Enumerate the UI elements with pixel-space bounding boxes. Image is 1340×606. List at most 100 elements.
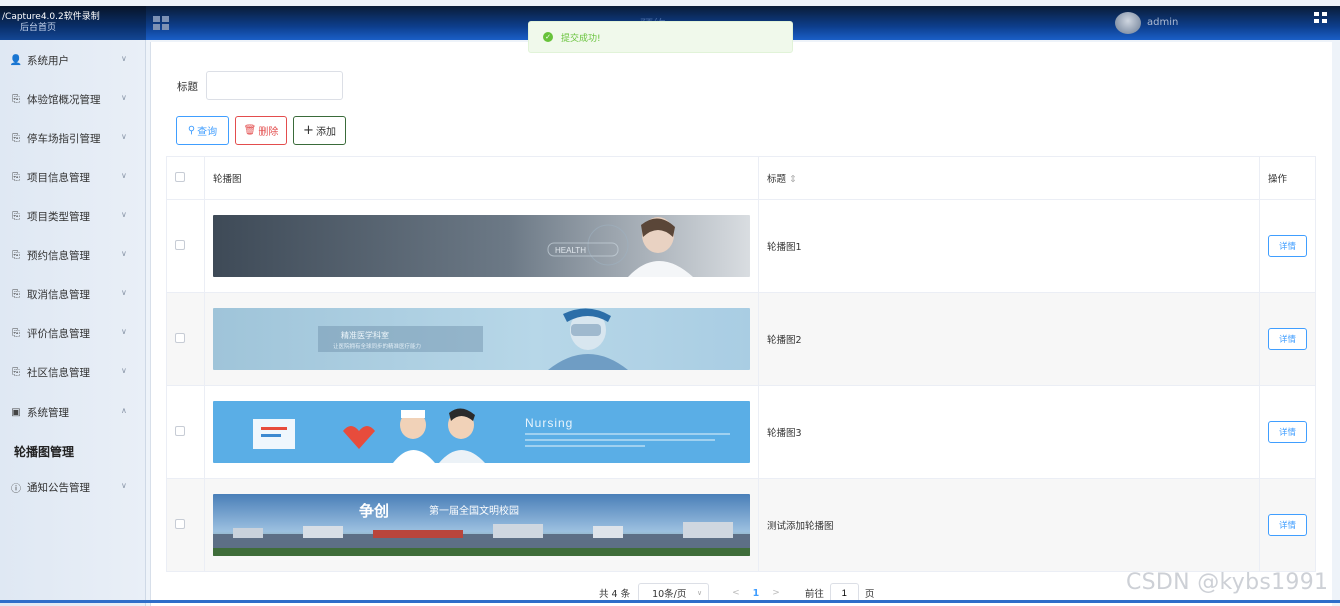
sidebar-item-11[interactable]: ⓘ 通知公告管理 ∨ — [0, 470, 146, 504]
home-link[interactable]: 后台首页 — [2, 23, 146, 34]
table-header-row: 轮播图 标题 ⇕ 操作 — [166, 156, 1317, 200]
delete-button[interactable]: 🗑 删除 — [235, 116, 287, 145]
row-title: 轮播图3 — [757, 385, 1260, 479]
document-icon: ⎘ — [12, 171, 20, 183]
document-icon: ⎘ — [12, 210, 20, 222]
document-icon: ⎘ — [12, 288, 20, 300]
page-size-value: 10条/页 — [652, 589, 687, 600]
sidebar-item-1[interactable]: 👤 系统用户 ∨ — [0, 43, 146, 77]
sidebar-item-label: 通知公告管理 — [27, 481, 90, 494]
detail-button[interactable]: 详情 — [1267, 235, 1307, 257]
document-icon: ⎘ — [12, 132, 20, 144]
check-circle-icon: ✓ — [543, 32, 553, 42]
sort-icon[interactable]: ⇕ — [789, 174, 797, 185]
recorder-caption: /Capture4.0.2软件录制 — [2, 12, 100, 22]
row-title: 轮播图2 — [757, 292, 1260, 386]
carousel-image-text: 精准医学科室 — [341, 330, 389, 340]
search-icon: ⚲ — [187, 125, 196, 136]
sidebar-item-label: 项目信息管理 — [27, 171, 90, 184]
carousel-table: 轮播图 标题 ⇕ 操作 HEALTH 轮播图1 详情 精准医学科室 让医院拥有全… — [166, 156, 1317, 572]
trash-icon: 🗑 — [243, 125, 257, 136]
carousel-image-text: Nursing — [525, 416, 573, 430]
sidebar-item-8[interactable]: ⎘ 评价信息管理 ∨ — [0, 316, 146, 350]
query-button-label: 查询 — [197, 127, 218, 138]
document-icon: ⎘ — [12, 93, 20, 105]
detail-button[interactable]: 详情 — [1267, 328, 1307, 350]
row-title: 测试添加轮播图 — [757, 478, 1260, 572]
pagination-total: 共 4 条 — [599, 589, 631, 600]
search-title-label: 标题 — [177, 81, 198, 93]
column-header-title[interactable]: 标题 ⇕ — [757, 156, 1260, 200]
sidebar-subitem-carousel[interactable]: 轮播图管理 — [14, 443, 74, 460]
carousel-image-health[interactable]: HEALTH — [212, 215, 750, 277]
sidebar-item-2[interactable]: ⎘ 体验馆概况管理 ∨ — [0, 82, 146, 116]
document-icon: ⎘ — [12, 249, 20, 261]
avatar[interactable] — [1115, 12, 1141, 34]
main-panel: 标题 ⚲ 查询 🗑 删除 + 添加 轮播图 标题 ⇕ 操作 HEALTH 轮播图… — [150, 42, 1332, 606]
carousel-image-nursing[interactable]: Nursing — [212, 401, 750, 463]
chevron-down-icon: ∨ — [121, 327, 127, 336]
username[interactable]: admin — [1147, 17, 1178, 28]
next-page-icon[interactable]: > — [772, 588, 780, 598]
chevron-down-icon: ∨ — [121, 366, 127, 375]
sidebar-item-label: 系统用户 — [27, 54, 69, 67]
table-row: 争创 第一届全国文明校园 测试添加轮播图 详情 — [166, 478, 1317, 572]
plus-icon: + — [303, 123, 314, 138]
sidebar-item-7[interactable]: ⎘ 取消信息管理 ∨ — [0, 277, 146, 311]
column-header-image: 轮播图 — [203, 156, 759, 200]
table-row: 精准医学科室 让医院拥有全球同步的精准医疗能力 轮播图2 详情 — [166, 292, 1317, 386]
chevron-up-icon: ∧ — [121, 406, 127, 415]
select-all-checkbox[interactable] — [175, 171, 185, 182]
sidebar-item-label: 预约信息管理 — [27, 249, 90, 262]
success-toast: ✓ 提交成功! — [528, 21, 793, 53]
toast-message: 提交成功! — [561, 33, 601, 44]
sidebar-item-9[interactable]: ⎘ 社区信息管理 ∨ — [0, 355, 146, 389]
add-button-label: 添加 — [315, 127, 336, 138]
grid-menu-icon[interactable] — [153, 16, 169, 30]
chevron-down-icon: ∨ — [121, 249, 127, 258]
fullscreen-icon[interactable] — [1314, 12, 1328, 24]
detail-button[interactable]: 详情 — [1267, 514, 1307, 536]
page-number-current[interactable]: 1 — [753, 588, 760, 599]
query-button[interactable]: ⚲ 查询 — [176, 116, 229, 145]
sidebar-item-6[interactable]: ⎘ 预约信息管理 ∨ — [0, 238, 146, 272]
column-header-title-label: 标题 — [766, 174, 786, 185]
table-row: HEALTH 轮播图1 详情 — [166, 199, 1317, 293]
carousel-image-civilized-campus[interactable]: 争创 第一届全国文明校园 — [212, 494, 750, 556]
goto-label: 前往 — [804, 589, 824, 600]
search-title-input[interactable] — [206, 71, 343, 100]
page-suffix-label: 页 — [864, 589, 875, 600]
sidebar-item-5[interactable]: ⎘ 项目类型管理 ∨ — [0, 199, 146, 233]
sidebar-item-label: 评价信息管理 — [27, 327, 90, 340]
carousel-image-subtext: 让医院拥有全球同步的精准医疗能力 — [333, 342, 421, 350]
add-button[interactable]: + 添加 — [293, 116, 346, 145]
sidebar-item-3[interactable]: ⎘ 停车场指引管理 ∨ — [0, 121, 146, 155]
info-icon: ⓘ — [11, 483, 21, 495]
select-all-cell — [166, 156, 205, 200]
app-window: /Capture4.0.2软件录制 后台首页 预约 admin ✓ 提交成功! … — [0, 0, 1340, 606]
sidebar-item-4[interactable]: ⎘ 项目信息管理 ∨ — [0, 160, 146, 194]
row-checkbox[interactable] — [175, 332, 185, 343]
sidebar-item-10[interactable]: ▣ 系统管理 ∧ — [0, 395, 146, 429]
delete-button-label: 删除 — [258, 127, 279, 138]
sidebar-item-label: 体验馆概况管理 — [27, 93, 101, 106]
row-checkbox[interactable] — [175, 425, 185, 436]
sidebar-item-label: 停车场指引管理 — [27, 132, 101, 145]
detail-button[interactable]: 详情 — [1267, 421, 1307, 443]
user-icon: 👤 — [9, 54, 23, 66]
chevron-down-icon: ∨ — [121, 54, 127, 63]
sidebar-item-label: 项目类型管理 — [27, 210, 90, 223]
row-checkbox[interactable] — [175, 239, 185, 250]
chevron-down-icon: ∨ — [121, 171, 127, 180]
column-header-action: 操作 — [1258, 156, 1317, 200]
prev-page-icon[interactable]: < — [732, 588, 740, 598]
row-checkbox[interactable] — [175, 518, 185, 529]
sidebar-item-label: 系统管理 — [27, 406, 69, 419]
sidebar-item-label: 取消信息管理 — [27, 288, 90, 301]
carousel-image-text: HEALTH — [555, 246, 586, 255]
row-title: 轮播图1 — [757, 199, 1260, 293]
carousel-image-precision-medicine[interactable]: 精准医学科室 让医院拥有全球同步的精准医疗能力 — [212, 308, 750, 370]
chevron-down-icon: ∨ — [121, 132, 127, 141]
chevron-down-icon: ∨ — [696, 589, 703, 597]
chevron-down-icon: ∨ — [121, 93, 127, 102]
